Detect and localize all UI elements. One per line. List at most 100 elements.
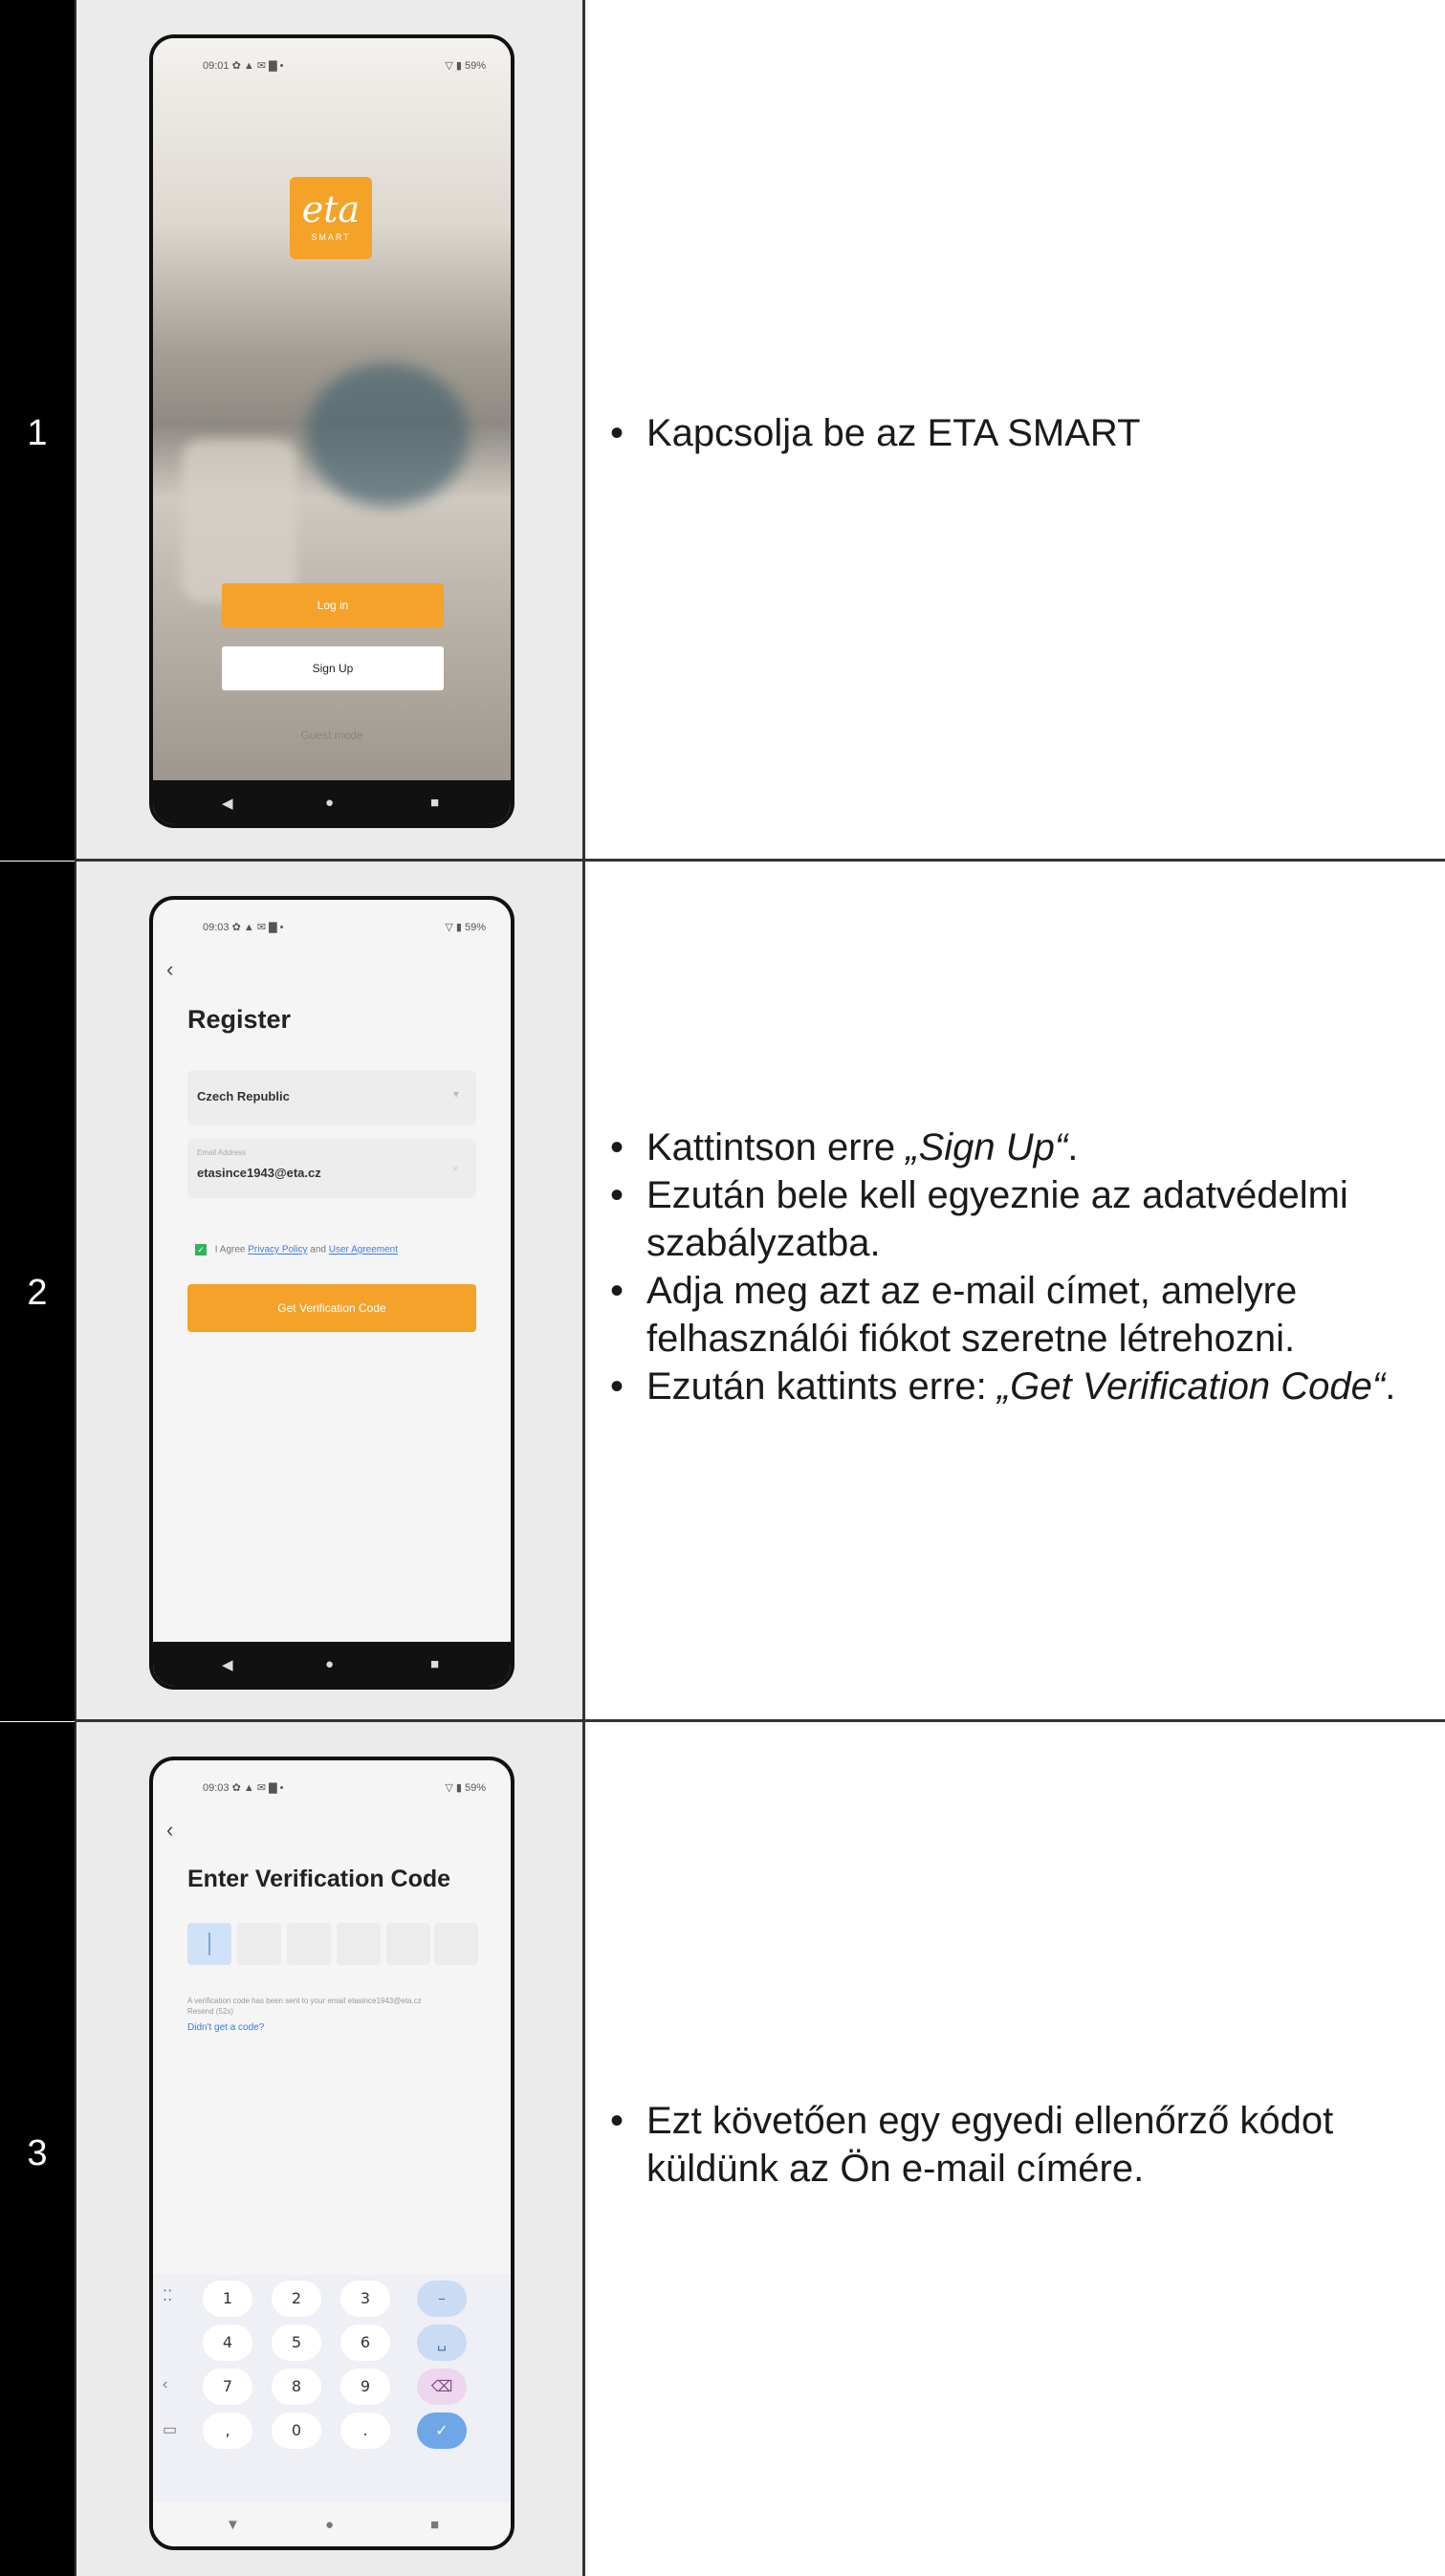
email-field[interactable]: Email Address etasince1943@eta.cz × <box>187 1139 476 1198</box>
guest-mode-link[interactable]: Guest mode <box>153 729 511 742</box>
status-bar: 09:01 ✿ ▲ ✉ ▇ • ▽ ▮ 59% <box>153 38 511 82</box>
agreement-row: ✓ I Agree Privacy Policy and User Agreem… <box>195 1244 398 1255</box>
back-arrow-icon[interactable]: ‹ <box>166 1818 173 1843</box>
email-label: Email Address <box>197 1148 247 1157</box>
code-digit-box[interactable] <box>287 1923 331 1965</box>
keyboard-switch-icon[interactable]: ▭ <box>163 2420 177 2439</box>
code-input[interactable] <box>187 1923 478 1965</box>
description-cell: Ezt követően egy egyedi ellenőrző kódot … <box>582 1722 1445 2576</box>
code-digit-box[interactable] <box>386 1923 430 1965</box>
status-time: 09:03 ✿ ▲ ✉ ▇ • <box>203 1782 284 1794</box>
step-number-cell: 1 <box>0 0 75 861</box>
background-photo-shape <box>182 440 296 602</box>
instruction-item: Ezt követően egy egyedi ellenőrző kódot … <box>608 2097 1416 2193</box>
android-nav-bar: ◀ ● ■ <box>153 780 511 824</box>
key-4[interactable]: 4 <box>203 2325 252 2361</box>
country-select[interactable]: Czech Republic ▾ <box>187 1070 476 1125</box>
confirm-key[interactable]: ✓ <box>417 2412 467 2449</box>
description-cell: Kapcsolja be az ETA SMART <box>582 0 1445 861</box>
key-period[interactable]: . <box>340 2412 390 2449</box>
back-arrow-icon[interactable]: ‹ <box>166 957 173 982</box>
step-row-2: 2 09:03 ✿ ▲ ✉ ▇ • ▽ ▮ 59% ‹ Register Cze… <box>0 862 1445 1721</box>
phone-screenshot-splash: 09:01 ✿ ▲ ✉ ▇ • ▽ ▮ 59% eta SMART Log in… <box>149 34 515 828</box>
step-number-cell: 2 <box>0 862 75 1721</box>
recents-icon[interactable]: ■ <box>430 1656 439 1672</box>
signup-button[interactable]: Sign Up <box>222 646 444 690</box>
android-nav-bar: ▼ ● ■ <box>153 2502 511 2546</box>
key-space[interactable]: ␣ <box>417 2325 467 2361</box>
grid-icon[interactable]: ⁚⁚ <box>163 2286 172 2305</box>
screenshot-cell: 09:01 ✿ ▲ ✉ ▇ • ▽ ▮ 59% eta SMART Log in… <box>75 0 583 861</box>
step-number-cell: 3 <box>0 1722 75 2576</box>
country-value: Czech Republic <box>197 1089 290 1103</box>
code-sent-message: A verification code has been sent to you… <box>187 1997 422 2016</box>
key-0[interactable]: 0 <box>272 2412 321 2449</box>
register-title: Register <box>187 1005 292 1034</box>
login-button[interactable]: Log in <box>222 583 444 627</box>
recents-icon[interactable]: ■ <box>430 2517 439 2533</box>
status-battery: ▽ ▮ 59% <box>445 1782 486 1794</box>
key-9[interactable]: 9 <box>340 2369 390 2405</box>
back-icon[interactable]: ◀ <box>222 795 233 812</box>
step-number: 1 <box>27 413 48 453</box>
status-bar: 09:03 ✿ ▲ ✉ ▇ • ▽ ▮ 59% <box>153 1760 511 1804</box>
clear-icon[interactable]: × <box>452 1162 459 1175</box>
instruction-item: Kattintson erre „Sign Up“. <box>608 1124 1416 1171</box>
backspace-key[interactable]: ⌫ <box>417 2369 467 2405</box>
description-cell: Kattintson erre „Sign Up“. Ezután bele k… <box>582 862 1445 1721</box>
key-7[interactable]: 7 <box>203 2369 252 2405</box>
key-8[interactable]: 8 <box>272 2369 321 2405</box>
privacy-policy-link[interactable]: Privacy Policy <box>248 1245 307 1255</box>
hide-keyboard-icon[interactable]: ▼ <box>226 2517 240 2533</box>
status-time: 09:01 ✿ ▲ ✉ ▇ • <box>203 60 284 72</box>
android-nav-bar: ◀ ● ■ <box>153 1642 511 1686</box>
home-icon[interactable]: ● <box>325 795 334 811</box>
step-number: 2 <box>27 1273 48 1313</box>
home-icon[interactable]: ● <box>325 2517 334 2533</box>
key-6[interactable]: 6 <box>340 2325 390 2361</box>
step-number: 3 <box>27 2133 48 2173</box>
get-verification-code-button[interactable]: Get Verification Code <box>187 1284 476 1332</box>
key-comma[interactable]: , <box>203 2412 252 2449</box>
agree-checkbox[interactable]: ✓ <box>195 1244 207 1255</box>
key-2[interactable]: 2 <box>272 2281 321 2317</box>
step-row-1: 1 09:01 ✿ ▲ ✉ ▇ • ▽ ▮ 59% eta SMART Log … <box>0 0 1445 861</box>
code-digit-box[interactable] <box>337 1923 381 1965</box>
instruction-item: Adja meg azt az e-mail címet, amelyre fe… <box>608 1267 1416 1363</box>
chevron-down-icon: ▾ <box>452 1087 459 1101</box>
user-agreement-link[interactable]: User Agreement <box>329 1245 398 1255</box>
screenshot-cell: 09:03 ✿ ▲ ✉ ▇ • ▽ ▮ 59% ‹ Register Czech… <box>75 862 583 1721</box>
chevron-left-icon[interactable]: ‹ <box>163 2376 167 2393</box>
instruction-list: Kapcsolja be az ETA SMART <box>608 409 1416 457</box>
code-digit-box[interactable] <box>187 1923 231 1965</box>
email-value: etasince1943@eta.cz <box>197 1166 321 1180</box>
instruction-item: Kapcsolja be az ETA SMART <box>608 409 1416 457</box>
phone-screenshot-register: 09:03 ✿ ▲ ✉ ▇ • ▽ ▮ 59% ‹ Register Czech… <box>149 896 515 1690</box>
status-time: 09:03 ✿ ▲ ✉ ▇ • <box>203 922 284 933</box>
instruction-table: 1 09:01 ✿ ▲ ✉ ▇ • ▽ ▮ 59% eta SMART Log … <box>0 0 1445 2576</box>
key-5[interactable]: 5 <box>272 2325 321 2361</box>
status-battery: ▽ ▮ 59% <box>445 60 486 72</box>
key-minus[interactable]: – <box>417 2281 467 2317</box>
key-1[interactable]: 1 <box>203 2281 252 2317</box>
no-code-link[interactable]: Didn't get a code? <box>187 2022 264 2033</box>
numeric-keypad: ⁚⁚ ‹ ▭ 1 2 3 – 4 5 6 ␣ 7 8 9 ⌫ , 0 . ✓ <box>153 2275 511 2510</box>
instruction-item: Ezután kattints erre: „Get Verification … <box>608 1363 1416 1410</box>
screenshot-cell: 09:03 ✿ ▲ ✉ ▇ • ▽ ▮ 59% ‹ Enter Verifica… <box>75 1722 583 2576</box>
code-digit-box[interactable] <box>237 1923 281 1965</box>
verification-title: Enter Verification Code <box>187 1866 451 1892</box>
instruction-item: Ezután bele kell egyeznie az adatvédelmi… <box>608 1171 1416 1267</box>
eta-smart-logo: eta SMART <box>290 177 372 259</box>
status-battery: ▽ ▮ 59% <box>445 922 486 933</box>
instruction-list: Ezt követően egy egyedi ellenőrző kódot … <box>608 2097 1416 2193</box>
status-bar: 09:03 ✿ ▲ ✉ ▇ • ▽ ▮ 59% <box>153 900 511 944</box>
back-icon[interactable]: ◀ <box>222 1656 233 1673</box>
phone-screenshot-verification: 09:03 ✿ ▲ ✉ ▇ • ▽ ▮ 59% ‹ Enter Verifica… <box>149 1757 515 2550</box>
instruction-list: Kattintson erre „Sign Up“. Ezután bele k… <box>608 1124 1416 1410</box>
code-digit-box[interactable] <box>434 1923 478 1965</box>
step-row-3: 3 09:03 ✿ ▲ ✉ ▇ • ▽ ▮ 59% ‹ Enter Verifi… <box>0 1722 1445 2576</box>
key-3[interactable]: 3 <box>340 2281 390 2317</box>
home-icon[interactable]: ● <box>325 1656 334 1672</box>
recents-icon[interactable]: ■ <box>430 795 439 811</box>
background-photo-shape <box>306 363 469 507</box>
